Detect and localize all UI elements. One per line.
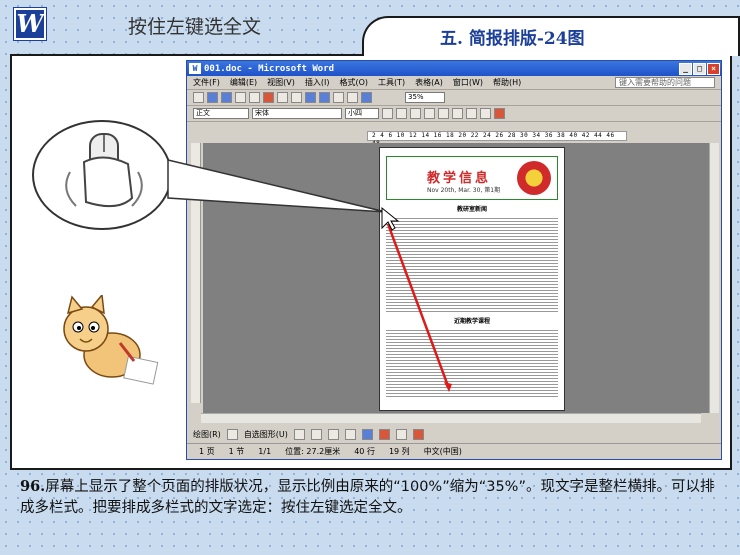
menu-help[interactable]: 帮助(H) xyxy=(493,77,521,88)
numbering-icon[interactable] xyxy=(466,108,477,119)
redo-icon[interactable] xyxy=(319,92,330,103)
autoshapes-menu[interactable]: 自选图形(U) xyxy=(244,429,288,440)
new-document-icon[interactable] xyxy=(193,92,204,103)
copy-icon[interactable] xyxy=(277,92,288,103)
drawing-toolbar: 绘图(R) 自选图形(U) xyxy=(193,427,715,441)
menu-bar: 文件(F) 编辑(E) 视图(V) 插入(I) 格式(O) 工具(T) 表格(A… xyxy=(187,76,721,90)
underline-icon[interactable] xyxy=(410,108,421,119)
save-icon[interactable] xyxy=(221,92,232,103)
menu-table[interactable]: 表格(A) xyxy=(415,77,443,88)
zoom-select[interactable]: 35% xyxy=(405,92,445,103)
status-section: 1 节 xyxy=(228,447,245,456)
emblem-icon xyxy=(517,161,551,195)
cut-icon[interactable] xyxy=(263,92,274,103)
menu-edit[interactable]: 编辑(E) xyxy=(230,77,257,88)
italic-icon[interactable] xyxy=(396,108,407,119)
word-window: W 001.doc - Microsoft Word _ □ × 文件(F) 编… xyxy=(186,60,722,460)
font-color-icon[interactable] xyxy=(494,108,505,119)
print-preview-icon[interactable] xyxy=(249,92,260,103)
rectangle-icon[interactable] xyxy=(327,428,339,440)
minimize-button[interactable]: _ xyxy=(679,62,692,75)
cartoon-cat-icon xyxy=(63,295,159,385)
document-area[interactable]: 教学信息 Nov 20th, Mar. 30, 第1期 教研室新闻 近期教学课程 xyxy=(203,143,713,413)
status-page: 1 页 xyxy=(199,447,215,456)
menu-window[interactable]: 窗口(W) xyxy=(453,77,483,88)
menu-format[interactable]: 格式(O) xyxy=(339,77,368,88)
line-color-icon[interactable] xyxy=(412,428,424,440)
align-left-icon[interactable] xyxy=(424,108,435,119)
print-icon[interactable] xyxy=(235,92,246,103)
newsletter-date: Nov 20th, Mar. 30, 第1期 xyxy=(427,187,501,194)
section-heading-news: 教研室新闻 xyxy=(456,206,487,213)
section-heading-courses: 近期教学课程 xyxy=(453,318,490,325)
status-bar: 1 页 1 节 1/1 位置: 27.2厘米 40 行 19 列 中文(中国) xyxy=(187,443,721,459)
caption-number: 96. xyxy=(20,478,46,495)
open-icon[interactable] xyxy=(207,92,218,103)
instruction-title: 按住左键选全文 xyxy=(128,16,262,38)
close-button[interactable]: × xyxy=(707,62,720,75)
title-bar: W 001.doc - Microsoft Word _ □ × xyxy=(187,61,721,76)
drawing-icon[interactable] xyxy=(361,92,372,103)
align-right-icon[interactable] xyxy=(452,108,463,119)
window-title: 001.doc - Microsoft Word xyxy=(204,63,335,74)
menu-tools[interactable]: 工具(T) xyxy=(378,77,405,88)
word-app-icon: W xyxy=(189,63,201,74)
columns-icon[interactable] xyxy=(347,92,358,103)
document-page[interactable]: 教学信息 Nov 20th, Mar. 30, 第1期 教研室新闻 近期教学课程 xyxy=(379,147,565,411)
word-logo: W xyxy=(13,7,47,41)
font-select[interactable]: 宋体 xyxy=(252,108,342,119)
caption-body: 屏幕上显示了整个页面的排版状况，显示比例由原来的“100%”缩为“35%”。现文… xyxy=(20,479,715,516)
horizontal-ruler[interactable]: 2 4 6 10 12 14 16 18 20 22 24 26 28 30 3… xyxy=(367,131,627,147)
textbox-icon[interactable] xyxy=(361,428,373,440)
wordart-icon[interactable] xyxy=(378,428,390,440)
status-page-of: 1/1 xyxy=(258,447,272,456)
horizontal-scrollbar[interactable] xyxy=(201,413,701,423)
mouse-hand-icon xyxy=(65,133,143,208)
bullets-icon[interactable] xyxy=(480,108,491,119)
oval-icon[interactable] xyxy=(344,428,356,440)
style-select[interactable]: 正文 xyxy=(193,108,249,119)
body-text-block xyxy=(386,328,558,398)
newsletter-masthead: 教学信息 Nov 20th, Mar. 30, 第1期 xyxy=(386,156,558,200)
maximize-button[interactable]: □ xyxy=(693,62,706,75)
align-center-icon[interactable] xyxy=(438,108,449,119)
status-column: 19 列 xyxy=(388,447,410,456)
vertical-scrollbar[interactable] xyxy=(709,143,719,413)
caption-text: 96.屏幕上显示了整个页面的排版状况，显示比例由原来的“100%”缩为“35%”… xyxy=(20,476,722,519)
undo-icon[interactable] xyxy=(305,92,316,103)
bold-icon[interactable] xyxy=(382,108,393,119)
body-text-block xyxy=(386,216,558,312)
standard-toolbar: 35% xyxy=(187,90,721,106)
paste-icon[interactable] xyxy=(291,92,302,103)
section-title: 五. 简报排版-24图 xyxy=(440,29,585,49)
font-size-select[interactable]: 小四 xyxy=(345,108,379,119)
help-search-input[interactable]: 键入需要帮助的问题 xyxy=(615,77,715,88)
menu-view[interactable]: 视图(V) xyxy=(267,77,295,88)
fill-color-icon[interactable] xyxy=(395,428,407,440)
table-icon[interactable] xyxy=(333,92,344,103)
status-position: 位置: 27.2厘米 xyxy=(285,447,341,456)
pointer-icon[interactable] xyxy=(226,428,238,440)
draw-menu[interactable]: 绘图(R) xyxy=(193,429,221,440)
line-icon[interactable] xyxy=(293,428,305,440)
mouse-callout xyxy=(32,120,172,230)
vertical-ruler[interactable] xyxy=(191,143,201,403)
status-line: 40 行 xyxy=(354,447,375,456)
formatting-toolbar: 正文 宋体 小四 xyxy=(187,106,721,122)
menu-insert[interactable]: 插入(I) xyxy=(305,77,330,88)
arrow-icon[interactable] xyxy=(310,428,322,440)
status-language: 中文(中国) xyxy=(423,447,462,456)
menu-file[interactable]: 文件(F) xyxy=(193,77,220,88)
newsletter-title: 教学信息 xyxy=(427,171,492,186)
